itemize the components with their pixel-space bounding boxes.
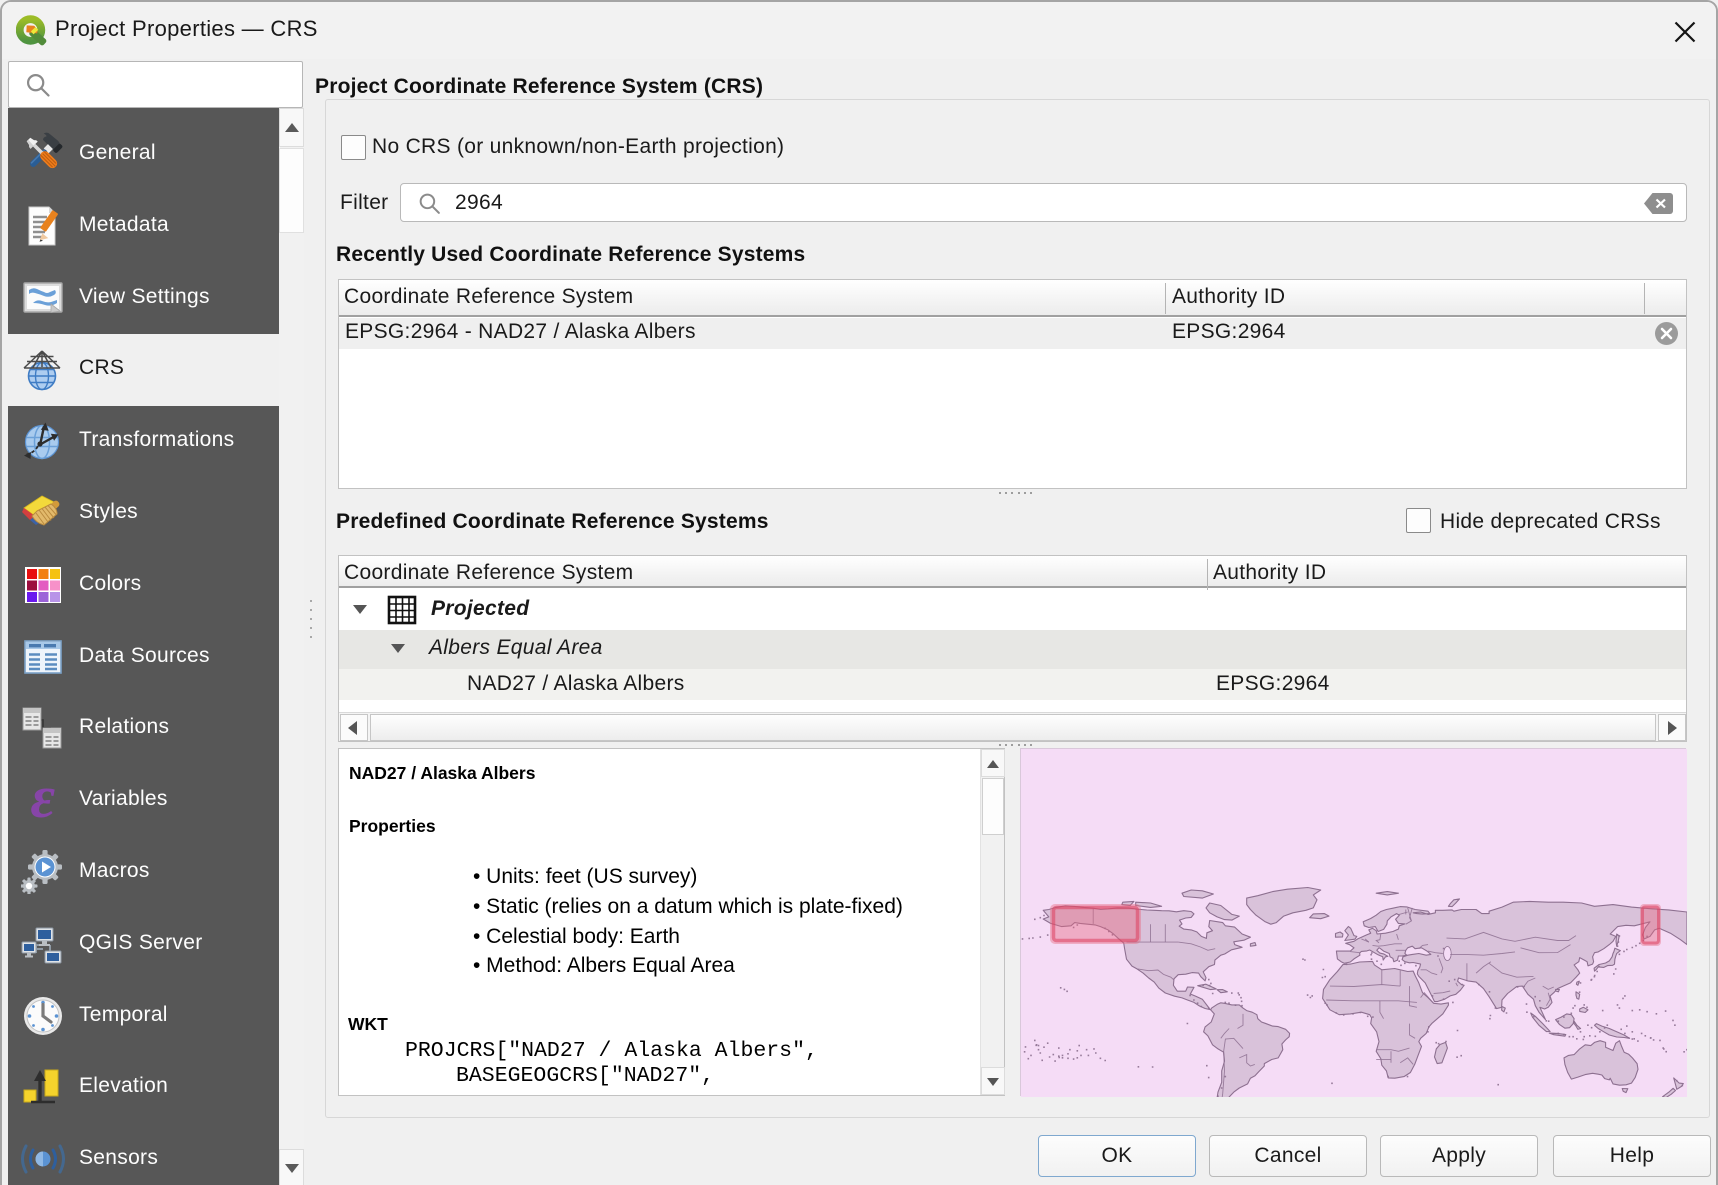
svg-text:ε: ε <box>31 778 56 822</box>
